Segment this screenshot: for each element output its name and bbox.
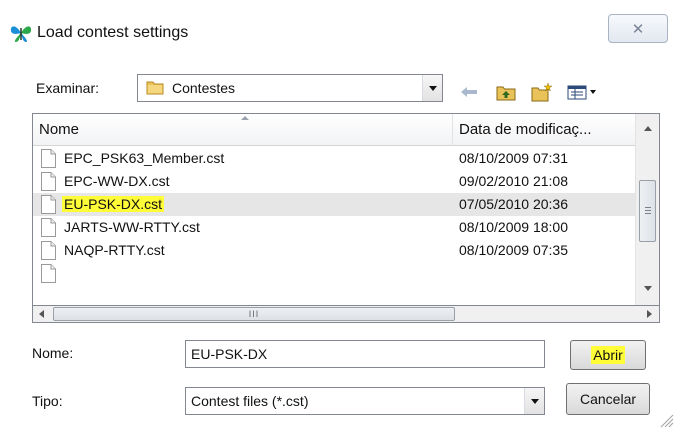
open-button-label: Abrir (591, 346, 625, 364)
open-button[interactable]: Abrir (570, 340, 646, 370)
cancel-button[interactable]: Cancelar (566, 383, 650, 415)
file-date: 08/10/2009 07:31 (459, 150, 568, 166)
lookin-label: Examinar: (36, 80, 100, 96)
folder-icon (146, 81, 164, 95)
file-name: EU-PSK-DX.cst (62, 196, 165, 212)
horizontal-scroll-thumb[interactable]: III (53, 307, 455, 321)
list-item[interactable]: EPC-WW-DX.cst 09/02/2010 21:08 (33, 170, 635, 193)
file-date: 09/02/2010 21:08 (459, 173, 568, 189)
view-menu-button[interactable] (566, 82, 600, 102)
horizontal-scrollbar[interactable]: III (32, 306, 660, 323)
scroll-left-icon[interactable] (39, 310, 44, 318)
resize-grip-icon[interactable] (656, 410, 674, 428)
scroll-up-icon[interactable] (644, 126, 652, 131)
file-date: 08/10/2009 07:35 (459, 242, 568, 258)
back-button[interactable] (458, 82, 480, 102)
file-icon (41, 241, 56, 260)
filetype-combo[interactable]: Contest files (*.cst) (185, 387, 545, 415)
new-folder-button[interactable] (530, 82, 554, 102)
list-item[interactable]: EPC_PSK63_Member.cst 08/10/2009 07:31 (33, 147, 635, 170)
list-item[interactable]: JARTS-WW-RTTY.cst 08/10/2009 18:00 (33, 216, 635, 239)
load-contest-dialog: Load contest settings ✕ Examinar: Contes… (0, 0, 680, 434)
column-header-name-label: Nome (39, 121, 80, 138)
file-icon (41, 149, 56, 168)
view-menu-icon (567, 85, 596, 100)
close-icon: ✕ (631, 20, 645, 38)
list-item-partial[interactable] (33, 262, 635, 285)
close-button[interactable]: ✕ (608, 14, 668, 43)
dialog-title: Load contest settings (37, 24, 189, 41)
grip-line (645, 210, 651, 211)
lookin-combo[interactable]: Contestes (137, 74, 443, 102)
filetype-value: Contest files (*.cst) (191, 393, 309, 409)
file-name: NAQP-RTTY.cst (64, 242, 165, 258)
grip-line (645, 207, 651, 208)
sort-arrow-icon (241, 116, 249, 120)
grip-line (645, 213, 651, 214)
lookin-dropdown-button[interactable] (422, 75, 442, 101)
file-icon (41, 195, 56, 214)
list-item-selected[interactable]: EU-PSK-DX.cst 07/05/2010 20:36 (33, 193, 635, 216)
column-header-date[interactable]: Data de modificaç... (453, 114, 635, 146)
filename-label: Nome: (32, 345, 74, 361)
vertical-scrollbar[interactable] (635, 114, 659, 305)
chevron-down-icon (530, 398, 539, 404)
file-name: EPC_PSK63_Member.cst (64, 150, 225, 166)
vertical-scroll-thumb[interactable] (639, 180, 656, 242)
filename-input[interactable] (186, 341, 544, 367)
scroll-grip: III (248, 309, 260, 319)
butterfly-app-icon (10, 26, 32, 42)
scroll-right-icon[interactable] (647, 310, 652, 318)
new-folder-icon (531, 82, 553, 102)
column-header-date-label: Data de modificaç... (459, 121, 592, 138)
file-name: JARTS-WW-RTTY.cst (64, 219, 200, 235)
file-date: 08/10/2009 18:00 (459, 219, 568, 235)
file-name: EPC-WW-DX.cst (64, 173, 170, 189)
filetype-label: Tipo: (32, 393, 63, 409)
up-folder-icon (496, 86, 516, 101)
title-bar[interactable]: Load contest settings ✕ (0, 0, 680, 48)
file-icon (41, 264, 56, 283)
back-arrow-icon (461, 87, 477, 97)
cancel-button-label: Cancelar (579, 391, 637, 407)
scroll-down-icon[interactable] (644, 286, 652, 291)
file-date: 07/05/2010 20:36 (459, 196, 568, 212)
filename-field[interactable] (185, 340, 545, 368)
lookin-folder: Contestes (172, 80, 236, 96)
file-list[interactable]: Nome Data de modificaç... EPC_PSK63_Memb… (32, 113, 660, 306)
file-icon (41, 172, 56, 191)
column-header-name[interactable]: Nome (33, 114, 453, 146)
list-item[interactable]: NAQP-RTTY.cst 08/10/2009 07:35 (33, 239, 635, 262)
up-folder-button[interactable] (495, 82, 517, 102)
filetype-dropdown-button[interactable] (524, 388, 544, 414)
chevron-down-icon (428, 85, 437, 91)
file-icon (41, 218, 56, 237)
